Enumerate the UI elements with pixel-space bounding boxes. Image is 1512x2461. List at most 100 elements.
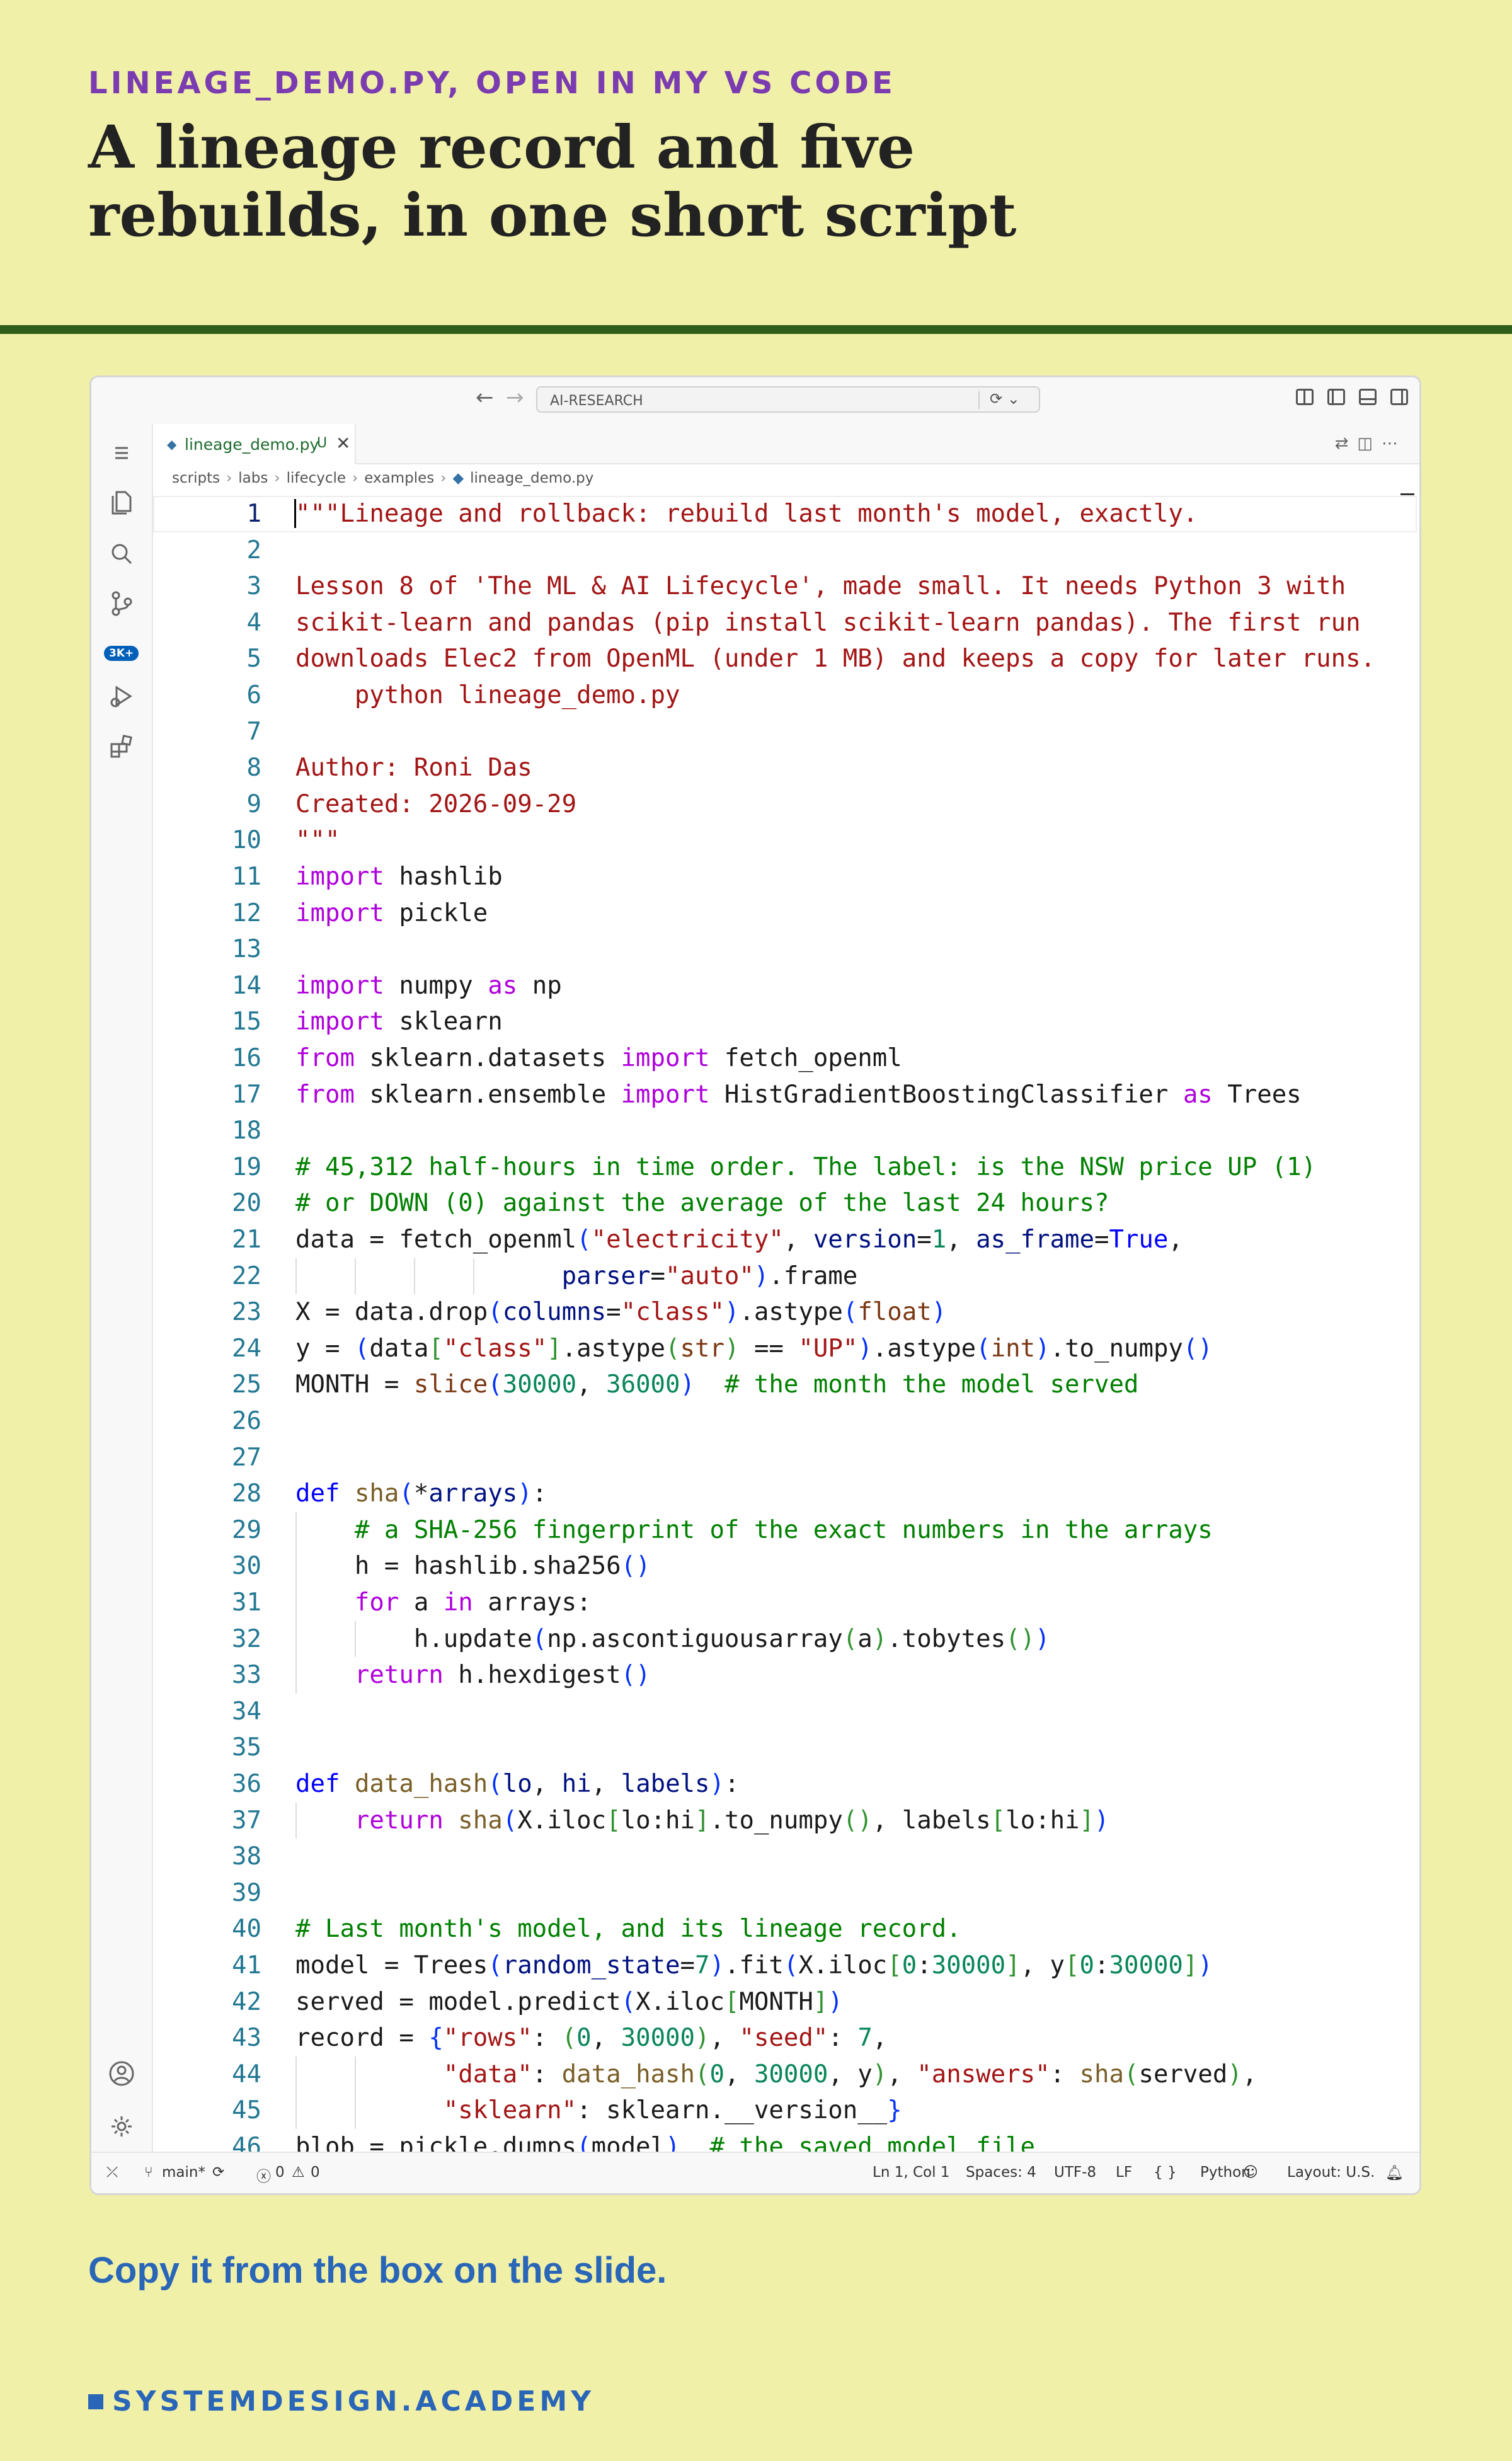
back-arrow-icon[interactable]: ← (476, 385, 494, 410)
code-line[interactable]: 12 import pickle (153, 895, 1419, 932)
customize-layout-icon[interactable] (1296, 389, 1314, 405)
indent-guide (355, 1258, 356, 1295)
end-of-line[interactable]: LF (1116, 2164, 1132, 2181)
close-icon[interactable]: ✕ (336, 433, 350, 454)
line-number: 29 (232, 1515, 261, 1544)
code-line[interactable]: 33 return h.hexdigest() (153, 1657, 1419, 1694)
code-line[interactable]: 36 def data_hash(lo, hi, labels): (153, 1766, 1419, 1803)
menu-icon[interactable] (106, 438, 137, 468)
code-line[interactable]: 28 def sha(*arrays): (153, 1476, 1419, 1512)
code-line[interactable]: 25 MONTH = slice(30000, 36000) # the mont… (153, 1367, 1419, 1403)
copilot-status-icon[interactable]: ☺ (1243, 2164, 1258, 2181)
code-line[interactable]: 8 Author: Roni Das (153, 750, 1419, 786)
status-bar: ⤫ ⑂ main* ⟳ ⓧ 0 ⚠ 0 Ln 1, Col 1 Spaces: … (91, 2152, 1419, 2193)
code-line[interactable]: 16 from sklearn.datasets import fetch_ope… (153, 1040, 1419, 1077)
cursor-position[interactable]: Ln 1, Col 1 (873, 2164, 949, 2181)
sync-icon[interactable]: ⟳ (212, 2164, 224, 2181)
code-editor[interactable]: 1 """Lineage and rollback: rebuild last m… (153, 492, 1419, 2157)
code-line[interactable]: 38 (153, 1839, 1419, 1875)
code-line[interactable]: 31 for a in arrays: (153, 1585, 1419, 1621)
code-text: Lesson 8 of 'The ML & AI Lifecycle', mad… (295, 572, 1346, 601)
error-count[interactable]: 0 (275, 2164, 285, 2181)
code-line[interactable]: 1 """Lineage and rollback: rebuild last m… (153, 496, 1419, 532)
code-line[interactable]: 21 data = fetch_openml("electricity", ver… (153, 1222, 1419, 1258)
code-line[interactable]: 44 "data": data_hash(0, 30000, y), "answ… (153, 2056, 1419, 2093)
editor-actions-icon[interactable]: ⇄◫⋯ (1335, 434, 1407, 453)
tab-lineage-demo[interactable]: ◆ lineage_demo.py U ✕ (153, 424, 356, 464)
untracked-indicator: U (317, 435, 328, 451)
language-braces: { } (1154, 2164, 1177, 2181)
code-line[interactable]: 45 "sklearn": sklearn.__version__} (153, 2092, 1419, 2129)
code-line[interactable]: 18 (153, 1113, 1419, 1149)
code-line[interactable]: 15 import sklearn (153, 1004, 1419, 1040)
code-text: from sklearn.datasets import fetch_openm… (295, 1044, 902, 1072)
code-line[interactable]: 7 (153, 714, 1419, 750)
code-line[interactable]: 13 (153, 931, 1419, 968)
keyboard-layout[interactable]: Layout: U.S. (1287, 2164, 1375, 2181)
notifications-bell-icon[interactable]: 🔔︎ (1385, 2164, 1404, 2181)
command-center[interactable]: AI-RESEARCH ⟳ ⌄ (536, 386, 1040, 413)
warning-count[interactable]: 0 (311, 2164, 320, 2181)
code-line[interactable]: 11 import hashlib (153, 859, 1419, 895)
forward-arrow-icon[interactable]: → (506, 385, 524, 410)
line-number: 11 (232, 863, 261, 891)
breadcrumb-item[interactable]: scripts (172, 470, 220, 486)
indent-guide (355, 2056, 356, 2093)
code-line[interactable]: 19 # 45,312 half-hours in time order. The… (153, 1149, 1419, 1186)
code-text: served = model.predict(X.iloc[MONTH]) (295, 1987, 843, 2016)
code-line[interactable]: 35 (153, 1730, 1419, 1766)
code-line[interactable]: 26 (153, 1403, 1419, 1440)
toggle-primary-sidebar-icon[interactable] (1327, 389, 1345, 405)
settings-gear-icon[interactable] (106, 2111, 137, 2142)
code-line[interactable]: 2 (153, 532, 1419, 569)
indentation[interactable]: Spaces: 4 (966, 2164, 1036, 2181)
code-line[interactable]: 29 # a SHA-256 fingerprint of the exact … (153, 1512, 1419, 1549)
code-line[interactable]: 14 import numpy as np (153, 968, 1419, 1004)
remote-icon[interactable]: ⤫ (106, 2164, 118, 2181)
code-text: h = hashlib.sha256() (295, 1552, 651, 1581)
code-line[interactable]: 5 downloads Elec2 from OpenML (under 1 MB… (153, 641, 1419, 677)
code-line[interactable]: 41 model = Trees(random_state=7).fit(X.il… (153, 1948, 1419, 1984)
code-line[interactable]: 27 (153, 1440, 1419, 1476)
code-line[interactable]: 10 """ (153, 822, 1419, 859)
breadcrumb-item[interactable]: lifecycle (287, 470, 346, 486)
breadcrumb-item[interactable]: labs (238, 470, 268, 486)
search-icon[interactable] (106, 539, 137, 569)
indent-guide (295, 1258, 297, 1295)
brand-square-icon (88, 2394, 103, 2409)
accounts-icon[interactable] (106, 2058, 137, 2089)
code-text: MONTH = slice(30000, 36000) # the month … (295, 1370, 1139, 1399)
code-line[interactable]: 20 # or DOWN (0) against the average of t… (153, 1185, 1419, 1222)
code-line[interactable]: 37 return sha(X.iloc[lo:hi].to_numpy(), … (153, 1802, 1419, 1839)
code-line[interactable]: 22 parser="auto").frame (153, 1258, 1419, 1295)
breadcrumb-item[interactable]: lineage_demo.py (470, 470, 593, 486)
code-line[interactable]: 9 Created: 2026-09-29 (153, 786, 1419, 823)
code-text: Created: 2026-09-29 (295, 789, 577, 818)
source-control-icon[interactable] (106, 588, 137, 618)
code-line[interactable]: 3 Lesson 8 of 'The ML & AI Lifecycle', ma… (153, 568, 1419, 605)
branch-name[interactable]: main* (162, 2164, 205, 2181)
encoding[interactable]: UTF-8 (1054, 2164, 1096, 2181)
code-line[interactable]: 6 python lineage_demo.py (153, 677, 1419, 714)
toggle-panel-icon[interactable] (1359, 389, 1377, 405)
code-line[interactable]: 4 scikit-learn and pandas (pip install sc… (153, 605, 1419, 641)
code-line[interactable]: 17 from sklearn.ensemble import HistGradi… (153, 1077, 1419, 1113)
code-line[interactable]: 39 (153, 1875, 1419, 1912)
code-line[interactable]: 40 # Last month's model, and its lineage … (153, 1911, 1419, 1948)
extensions-icon[interactable] (106, 731, 137, 762)
copilot-icon[interactable]: ⟳ ⌄ (990, 390, 1020, 408)
code-line[interactable]: 43 record = {"rows": (0, 30000), "seed": … (153, 2020, 1419, 2057)
breadcrumb-item[interactable]: examples (364, 470, 434, 486)
code-line[interactable]: 32 h.update(np.ascontiguousarray(a).toby… (153, 1621, 1419, 1658)
code-line[interactable]: 42 served = model.predict(X.iloc[MONTH]) (153, 1984, 1419, 2021)
code-line[interactable]: 24 y = (data["class"].astype(str) == "UP"… (153, 1331, 1419, 1367)
code-text: return h.hexdigest() (354, 1661, 651, 1690)
explorer-icon[interactable] (106, 486, 137, 516)
code-line[interactable]: 34 (153, 1694, 1419, 1730)
run-debug-icon[interactable] (106, 681, 137, 711)
toggle-secondary-sidebar-icon[interactable] (1390, 389, 1408, 405)
code-line[interactable]: 30 h = hashlib.sha256() (153, 1548, 1419, 1585)
line-number: 32 (232, 1624, 261, 1653)
code-line[interactable]: 23 X = data.drop(columns="class").astype(… (153, 1294, 1419, 1331)
scrollbar-marker[interactable] (1400, 493, 1414, 495)
